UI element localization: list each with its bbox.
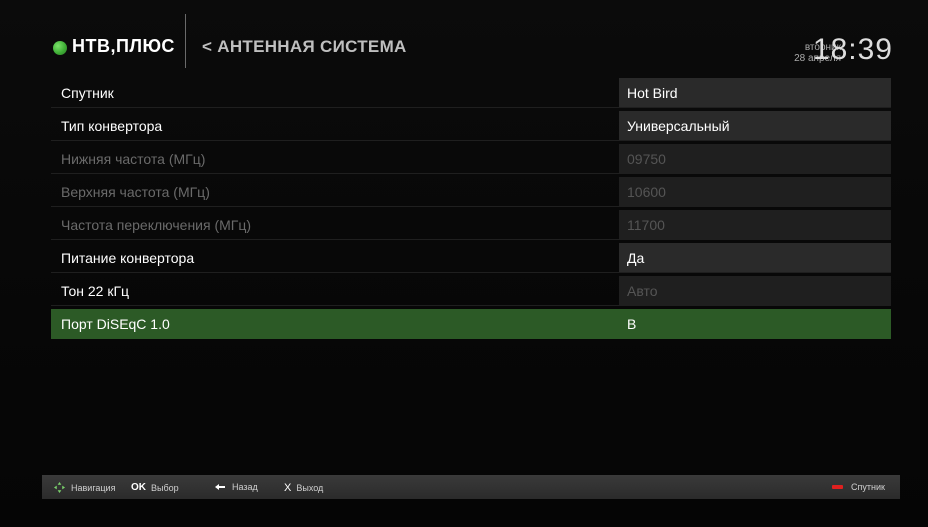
setting-row-converter-type[interactable]: Тип конвертора Универсальный — [51, 111, 891, 141]
breadcrumb-back[interactable]: < АНТЕННАЯ СИСТЕМА — [202, 37, 407, 57]
setting-value-field[interactable]: Hot Bird — [619, 78, 891, 107]
dpad-icon — [54, 482, 65, 493]
hint-satellite: Спутник — [832, 482, 885, 492]
setting-value-field[interactable]: B — [619, 309, 891, 338]
brand-logo: НТВ,ПЛЮС — [72, 36, 175, 56]
hint-navigation-label: Навигация — [71, 482, 116, 493]
setting-value: 09750 — [627, 151, 666, 167]
setting-row-switch-frequency: Частота переключения (МГц) 11700 — [51, 210, 891, 240]
setting-value-field: 09750 — [619, 144, 891, 173]
setting-value: Да — [627, 250, 645, 266]
setting-label: Питание конвертора — [61, 250, 195, 266]
hint-back: Назад — [214, 482, 258, 492]
setting-row-satellite[interactable]: Спутник Hot Bird — [51, 78, 891, 108]
settings-list: Спутник Hot Bird Тип конвертора Универса… — [51, 78, 891, 342]
setting-value-field: 11700 — [619, 210, 891, 239]
setting-value-field[interactable]: Универсальный — [619, 111, 891, 140]
clock: 18:39 — [812, 33, 893, 66]
setting-value: Hot Bird — [627, 85, 678, 101]
hint-select: OK Выбор — [131, 482, 179, 493]
setting-label: Верхняя частота (МГц) — [61, 184, 210, 200]
hint-exit-label: Выход — [296, 483, 324, 493]
setting-label: Порт DiSEqC 1.0 — [61, 316, 170, 332]
setting-label: Частота переключения (МГц) — [61, 217, 252, 233]
setting-value: 10600 — [627, 184, 666, 200]
setting-value: 11700 — [627, 217, 665, 233]
hint-bar: Навигация OK Выбор Назад X Выход Спутник — [42, 475, 900, 499]
hint-exit: X Выход — [284, 482, 323, 494]
setting-value-field: Авто — [619, 276, 891, 305]
setting-row-converter-power[interactable]: Питание конвертора Да — [51, 243, 891, 273]
setting-label: Спутник — [61, 85, 114, 101]
ok-key-label: OK — [131, 482, 146, 493]
hint-select-label: Выбор — [151, 482, 179, 493]
red-key-icon — [832, 485, 843, 489]
setting-row-low-frequency: Нижняя частота (МГц) 09750 — [51, 144, 891, 174]
setting-row-tone-22khz[interactable]: Тон 22 кГц Авто — [51, 276, 891, 306]
setting-value-field[interactable]: Да — [619, 243, 891, 272]
setting-label: Тип конвертора — [61, 118, 163, 134]
setting-value: Авто — [627, 283, 658, 299]
hint-navigation: Навигация — [54, 482, 115, 493]
header-divider — [185, 14, 186, 68]
setting-value: B — [627, 316, 637, 332]
setting-row-diseqc-port[interactable]: Порт DiSEqC 1.0 B — [51, 309, 891, 339]
setting-value: Универсальный — [627, 118, 730, 134]
hint-back-label: Назад — [232, 482, 258, 492]
x-key-label: X — [284, 482, 292, 494]
back-arrow-icon — [215, 483, 225, 490]
setting-row-high-frequency: Верхняя частота (МГц) 10600 — [51, 177, 891, 207]
setting-value-field: 10600 — [619, 177, 891, 206]
logo-dot-icon — [53, 41, 67, 55]
hint-satellite-label: Спутник — [851, 482, 885, 492]
setting-label: Нижняя частота (МГц) — [61, 151, 206, 167]
setting-label: Тон 22 кГц — [61, 283, 130, 299]
tv-screen: НТВ,ПЛЮС < АНТЕННАЯ СИСТЕМА вторник 28 а… — [0, 0, 928, 527]
